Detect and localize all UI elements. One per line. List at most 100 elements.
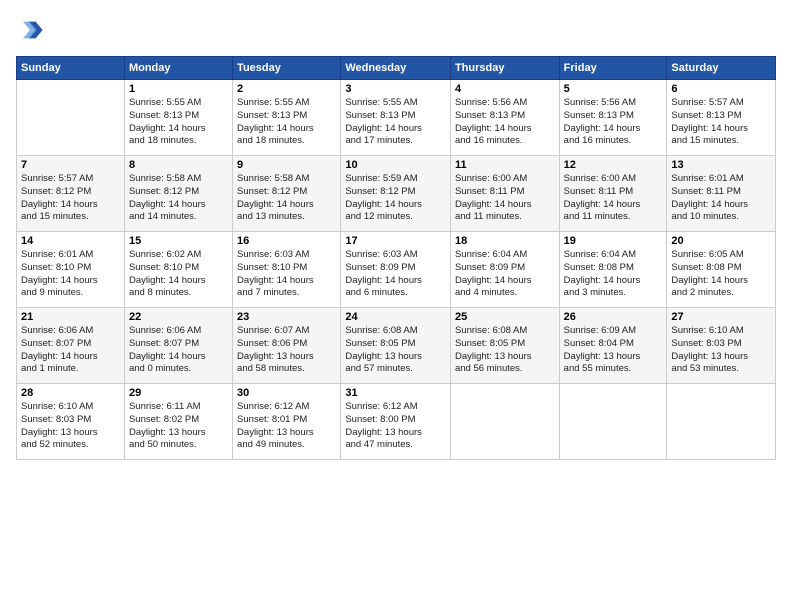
day-info: Sunrise: 6:04 AM Sunset: 8:09 PM Dayligh… (455, 249, 555, 300)
calendar-cell: 5 Sunrise: 5:56 AM Sunset: 8:13 PM Daylig… (559, 80, 667, 156)
day-number: 17 (345, 235, 446, 247)
day-number: 4 (455, 83, 555, 95)
day-number: 24 (345, 311, 446, 323)
day-info: Sunrise: 5:58 AM Sunset: 8:12 PM Dayligh… (237, 173, 336, 224)
calendar-cell: 9 Sunrise: 5:58 AM Sunset: 8:12 PM Daylig… (233, 156, 341, 232)
calendar-cell: 31Sunrise: 6:12 AM Sunset: 8:00 PM Dayli… (341, 384, 451, 460)
day-number: 14 (21, 235, 120, 247)
calendar-cell: 17 Sunrise: 6:03 AM Sunset: 8:09 PM Dayli… (341, 232, 451, 308)
day-number: 26 (564, 311, 663, 323)
day-number: 2 (237, 83, 336, 95)
weekday-header-tuesday: Tuesday (233, 57, 341, 80)
day-info: Sunrise: 5:56 AM Sunset: 8:13 PM Dayligh… (564, 97, 663, 148)
calendar-cell: 22 Sunrise: 6:06 AM Sunset: 8:07 PM Dayli… (124, 308, 232, 384)
calendar-cell: 26Sunrise: 6:09 AM Sunset: 8:04 PM Dayli… (559, 308, 667, 384)
day-number: 1 (129, 83, 228, 95)
logo-icon (16, 16, 44, 44)
calendar-cell: 18 Sunrise: 6:04 AM Sunset: 8:09 PM Dayli… (450, 232, 559, 308)
calendar-cell: 13 Sunrise: 6:01 AM Sunset: 8:11 PM Dayli… (667, 156, 776, 232)
calendar-cell: 20Sunrise: 6:05 AM Sunset: 8:08 PM Dayli… (667, 232, 776, 308)
day-info: Sunrise: 6:01 AM Sunset: 8:11 PM Dayligh… (671, 173, 771, 224)
calendar-cell: 4 Sunrise: 5:56 AM Sunset: 8:13 PM Daylig… (450, 80, 559, 156)
calendar-cell: 25 Sunrise: 6:08 AM Sunset: 8:05 PM Dayli… (450, 308, 559, 384)
calendar-week-row: 1 Sunrise: 5:55 AM Sunset: 8:13 PM Daylig… (17, 80, 776, 156)
day-number: 28 (21, 387, 120, 399)
calendar-cell: 1 Sunrise: 5:55 AM Sunset: 8:13 PM Daylig… (124, 80, 232, 156)
day-info: Sunrise: 6:00 AM Sunset: 8:11 PM Dayligh… (455, 173, 555, 224)
calendar-cell: 21Sunrise: 6:06 AM Sunset: 8:07 PM Dayli… (17, 308, 125, 384)
day-number: 23 (237, 311, 336, 323)
weekday-header-saturday: Saturday (667, 57, 776, 80)
day-number: 21 (21, 311, 120, 323)
day-info: Sunrise: 6:00 AM Sunset: 8:11 PM Dayligh… (564, 173, 663, 224)
day-number: 3 (345, 83, 446, 95)
calendar-cell (450, 384, 559, 460)
day-number: 16 (237, 235, 336, 247)
calendar-cell: 30Sunrise: 6:12 AM Sunset: 8:01 PM Dayli… (233, 384, 341, 460)
day-info: Sunrise: 5:59 AM Sunset: 8:12 PM Dayligh… (345, 173, 446, 224)
day-info: Sunrise: 6:02 AM Sunset: 8:10 PM Dayligh… (129, 249, 228, 300)
calendar-cell: 16 Sunrise: 6:03 AM Sunset: 8:10 PM Dayli… (233, 232, 341, 308)
day-number: 9 (237, 159, 336, 171)
day-number: 29 (129, 387, 228, 399)
day-number: 30 (237, 387, 336, 399)
calendar-table: SundayMondayTuesdayWednesdayThursdayFrid… (16, 56, 776, 460)
calendar-cell: 2 Sunrise: 5:55 AM Sunset: 8:13 PM Daylig… (233, 80, 341, 156)
calendar-week-row: 21 Sunrise: 6:06 AM Sunset: 8:07 PM Dayli… (17, 308, 776, 384)
day-number: 5 (564, 83, 663, 95)
calendar-week-row: 14 Sunrise: 6:01 AM Sunset: 8:10 PM Dayli… (17, 232, 776, 308)
day-info: Sunrise: 6:11 AM Sunset: 8:02 PM Dayligh… (129, 401, 228, 452)
day-number: 25 (455, 311, 555, 323)
day-info: Sunrise: 5:56 AM Sunset: 8:13 PM Dayligh… (455, 97, 555, 148)
calendar-header (16, 16, 776, 44)
day-info: Sunrise: 6:08 AM Sunset: 8:05 PM Dayligh… (345, 325, 446, 376)
calendar-cell: 29 Sunrise: 6:11 AM Sunset: 8:02 PM Dayli… (124, 384, 232, 460)
calendar-cell: 15 Sunrise: 6:02 AM Sunset: 8:10 PM Dayli… (124, 232, 232, 308)
calendar-body: 1 Sunrise: 5:55 AM Sunset: 8:13 PM Daylig… (17, 80, 776, 460)
calendar-thead: SundayMondayTuesdayWednesdayThursdayFrid… (17, 57, 776, 80)
calendar-cell: 11Sunrise: 6:00 AM Sunset: 8:11 PM Dayli… (450, 156, 559, 232)
day-number: 22 (129, 311, 228, 323)
day-info: Sunrise: 6:01 AM Sunset: 8:10 PM Dayligh… (21, 249, 120, 300)
day-info: Sunrise: 6:08 AM Sunset: 8:05 PM Dayligh… (455, 325, 555, 376)
day-number: 10 (345, 159, 446, 171)
calendar-week-row: 28 Sunrise: 6:10 AM Sunset: 8:03 PM Dayli… (17, 384, 776, 460)
day-number: 8 (129, 159, 228, 171)
day-info: Sunrise: 6:07 AM Sunset: 8:06 PM Dayligh… (237, 325, 336, 376)
day-info: Sunrise: 6:04 AM Sunset: 8:08 PM Dayligh… (564, 249, 663, 300)
calendar-cell: 23 Sunrise: 6:07 AM Sunset: 8:06 PM Dayli… (233, 308, 341, 384)
day-number: 31 (345, 387, 446, 399)
day-info: Sunrise: 6:06 AM Sunset: 8:07 PM Dayligh… (129, 325, 228, 376)
day-info: Sunrise: 6:03 AM Sunset: 8:10 PM Dayligh… (237, 249, 336, 300)
logo (16, 16, 48, 44)
day-info: Sunrise: 6:10 AM Sunset: 8:03 PM Dayligh… (21, 401, 120, 452)
calendar-cell: 14 Sunrise: 6:01 AM Sunset: 8:10 PM Dayli… (17, 232, 125, 308)
calendar-cell: 3 Sunrise: 5:55 AM Sunset: 8:13 PM Daylig… (341, 80, 451, 156)
calendar-cell (667, 384, 776, 460)
calendar-container: SundayMondayTuesdayWednesdayThursdayFrid… (0, 0, 792, 468)
weekday-header-friday: Friday (559, 57, 667, 80)
day-number: 15 (129, 235, 228, 247)
day-number: 20 (671, 235, 771, 247)
day-info: Sunrise: 5:57 AM Sunset: 8:12 PM Dayligh… (21, 173, 120, 224)
calendar-cell: 8Sunrise: 5:58 AM Sunset: 8:12 PM Daylig… (124, 156, 232, 232)
day-info: Sunrise: 5:55 AM Sunset: 8:13 PM Dayligh… (129, 97, 228, 148)
weekday-header-thursday: Thursday (450, 57, 559, 80)
day-number: 13 (671, 159, 771, 171)
day-number: 6 (671, 83, 771, 95)
calendar-cell: 12Sunrise: 6:00 AM Sunset: 8:11 PM Dayli… (559, 156, 667, 232)
calendar-cell: 10 Sunrise: 5:59 AM Sunset: 8:12 PM Dayli… (341, 156, 451, 232)
day-info: Sunrise: 5:57 AM Sunset: 8:13 PM Dayligh… (671, 97, 771, 148)
weekday-header-wednesday: Wednesday (341, 57, 451, 80)
day-info: Sunrise: 6:03 AM Sunset: 8:09 PM Dayligh… (345, 249, 446, 300)
day-info: Sunrise: 5:55 AM Sunset: 8:13 PM Dayligh… (345, 97, 446, 148)
day-number: 18 (455, 235, 555, 247)
calendar-cell: 19 Sunrise: 6:04 AM Sunset: 8:08 PM Dayli… (559, 232, 667, 308)
day-number: 19 (564, 235, 663, 247)
calendar-cell (559, 384, 667, 460)
day-number: 7 (21, 159, 120, 171)
calendar-cell (17, 80, 125, 156)
day-info: Sunrise: 6:10 AM Sunset: 8:03 PM Dayligh… (671, 325, 771, 376)
day-info: Sunrise: 5:55 AM Sunset: 8:13 PM Dayligh… (237, 97, 336, 148)
calendar-cell: 27Sunrise: 6:10 AM Sunset: 8:03 PM Dayli… (667, 308, 776, 384)
